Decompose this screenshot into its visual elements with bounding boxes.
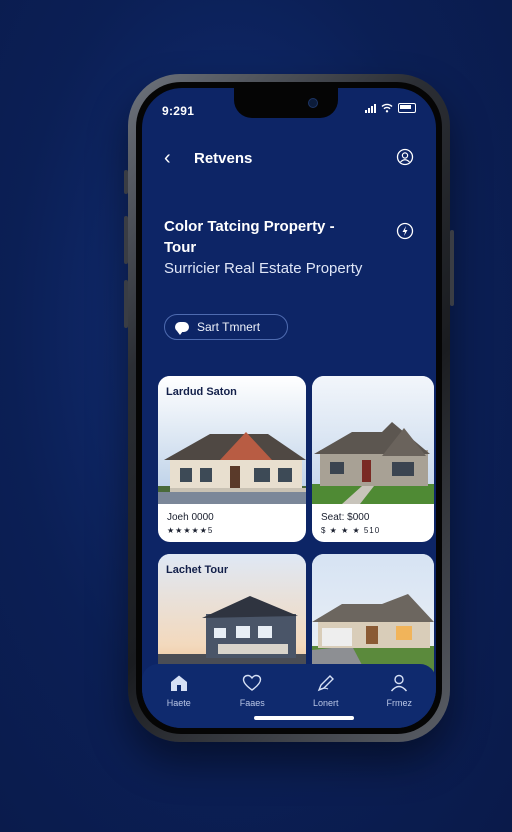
battery-icon	[398, 103, 416, 113]
user-icon	[391, 674, 408, 692]
phone-volume-up	[124, 216, 128, 264]
back-arrow-icon[interactable]: ‹	[164, 148, 171, 168]
card-title: Lachet Tour	[166, 564, 229, 576]
phone-mockup: 9:291 ‹ Retvens Color Tatcing Property -…	[124, 74, 454, 742]
card-price: Seat: $000	[321, 512, 370, 523]
property-card[interactable]: Seat: $000 $ ★ ★ ★ 510	[312, 376, 434, 542]
card-rating: ★★★★★5	[167, 526, 214, 535]
home-indicator[interactable]	[254, 716, 354, 720]
card-price: Joeh 0000	[167, 512, 214, 523]
app-screen: 9:291 ‹ Retvens Color Tatcing Property -…	[142, 88, 436, 728]
start-tour-button[interactable]: Sart Tmnert	[164, 314, 288, 340]
nav-item-favorites[interactable]: Faaes	[222, 674, 282, 708]
phone-volume-down	[124, 280, 128, 328]
signal-icon	[365, 103, 376, 113]
front-camera	[308, 98, 318, 108]
phone-power-button	[450, 230, 454, 306]
card-title: Lardud Saton	[166, 386, 237, 398]
nav-item-contact[interactable]: Lonert	[296, 674, 356, 708]
nav-item-home[interactable]: Haete	[149, 674, 209, 708]
home-icon	[170, 675, 187, 691]
nav-label: Faaes	[239, 698, 265, 708]
house-photo	[312, 376, 434, 504]
bolt-icon[interactable]	[396, 222, 414, 240]
status-time: 9:291	[162, 104, 195, 118]
chat-icon	[175, 322, 189, 335]
status-icons	[365, 103, 416, 113]
profile-icon[interactable]	[396, 148, 414, 166]
app-header: ‹ Retvens	[142, 146, 436, 174]
pen-icon	[317, 675, 334, 692]
start-tour-label: Sart Tmnert	[197, 320, 261, 334]
nav-label: Haete	[166, 698, 191, 708]
nav-label: Lonert	[312, 698, 339, 708]
card-rating: $ ★ ★ ★ 510	[321, 526, 381, 535]
phone-mute-switch	[124, 170, 128, 194]
nav-label: Frmez	[386, 698, 413, 708]
property-card[interactable]: Lardud Saton Joeh 0000 ★★★★★5	[158, 376, 306, 542]
notch	[234, 88, 338, 118]
hero-subtitle: Surricier Real Estate Property	[164, 260, 363, 277]
header-title: Retvens	[194, 150, 253, 167]
hero-title: Color Tatcing Property - Tour	[164, 218, 335, 256]
nav-item-profile[interactable]: Frmez	[369, 674, 429, 708]
wifi-icon	[381, 103, 393, 113]
phone-bezel: 9:291 ‹ Retvens Color Tatcing Property -…	[136, 82, 442, 734]
heart-icon	[243, 674, 262, 691]
